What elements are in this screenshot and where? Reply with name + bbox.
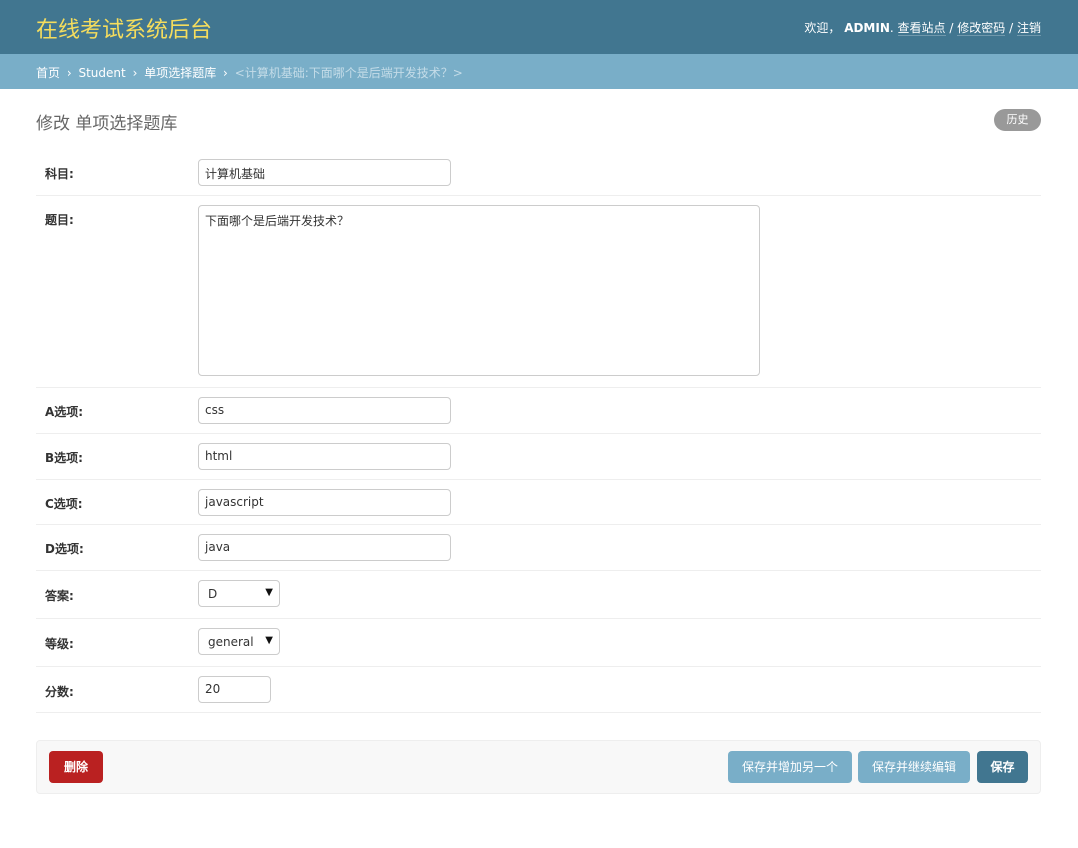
option-a-input[interactable]: css bbox=[198, 397, 451, 424]
option-b-label: B选项: bbox=[45, 451, 83, 465]
history-button[interactable]: 历史 bbox=[994, 109, 1041, 131]
breadcrumb: 首页 › Student › 单项选择题库 › <计算机基础:下面哪个是后端开发… bbox=[0, 54, 1078, 89]
level-select[interactable]: general ▼ bbox=[198, 628, 280, 655]
change-password-link[interactable]: 修改密码 bbox=[957, 21, 1006, 36]
score-input[interactable]: 20 bbox=[198, 676, 271, 703]
view-site-link[interactable]: 查看站点 bbox=[897, 21, 946, 36]
breadcrumb-separator: › bbox=[132, 66, 138, 80]
save-and-add-another-button[interactable]: 保存并增加另一个 bbox=[728, 751, 852, 783]
save-and-continue-button[interactable]: 保存并继续编辑 bbox=[858, 751, 970, 783]
option-d-input[interactable]: java bbox=[198, 534, 451, 561]
answer-label: 答案: bbox=[45, 589, 74, 603]
question-label: 题目: bbox=[45, 213, 74, 227]
form-row-option-c: C选项: javascript bbox=[36, 480, 1041, 525]
save-button[interactable]: 保存 bbox=[977, 751, 1028, 783]
form-row-question: 题目: 下面哪个是后端开发技术？ bbox=[36, 196, 1041, 388]
site-title-text: 在线考试系统后台 bbox=[36, 18, 213, 43]
level-select-value: general bbox=[208, 635, 254, 649]
level-label: 等级: bbox=[45, 637, 74, 651]
delete-button[interactable]: 删除 bbox=[49, 751, 103, 783]
breadcrumb-current: <计算机基础:下面哪个是后端开发技术？> bbox=[234, 66, 463, 80]
user-tools-separator: / bbox=[949, 21, 954, 35]
form-row-option-a: A选项: css bbox=[36, 388, 1041, 434]
question-textarea[interactable]: 下面哪个是后端开发技术？ bbox=[198, 205, 760, 376]
welcome-text: 欢迎， bbox=[804, 21, 841, 35]
option-a-label: A选项: bbox=[45, 405, 84, 419]
form-row-level: 等级: general ▼ bbox=[36, 619, 1041, 667]
breadcrumb-separator: › bbox=[66, 66, 72, 80]
form-row-answer: 答案: D ▼ bbox=[36, 571, 1041, 619]
submit-row: 删除 保存并增加另一个 保存并继续编辑 保存 bbox=[36, 740, 1041, 794]
score-label: 分数: bbox=[45, 685, 74, 699]
site-title[interactable]: 在线考试系统后台 bbox=[36, 12, 212, 44]
caret-down-icon: ▼ bbox=[265, 587, 273, 598]
username-period: . bbox=[889, 21, 894, 35]
user-tools: 欢迎， ADMIN. 查看站点 / 修改密码 / 注销 bbox=[804, 19, 1041, 36]
form-row-score: 分数: 20 bbox=[36, 667, 1041, 713]
breadcrumb-separator: › bbox=[223, 66, 228, 80]
subject-input[interactable]: 计算机基础 bbox=[198, 159, 451, 186]
answer-select-value: D bbox=[208, 587, 218, 601]
breadcrumb-model[interactable]: 单项选择题库 bbox=[144, 66, 216, 80]
subject-label: 科目: bbox=[45, 167, 74, 181]
form-row-subject: 科目: 计算机基础 bbox=[36, 150, 1041, 196]
logout-link[interactable]: 注销 bbox=[1016, 21, 1041, 36]
option-c-input[interactable]: javascript bbox=[198, 489, 451, 516]
page-title: 修改 单项选择题库 bbox=[36, 114, 178, 134]
caret-down-icon: ▼ bbox=[265, 635, 273, 646]
option-d-label: D选项: bbox=[45, 542, 84, 556]
answer-select[interactable]: D ▼ bbox=[198, 580, 280, 607]
breadcrumb-home[interactable]: 首页 bbox=[36, 66, 60, 80]
header: 在线考试系统后台 欢迎， ADMIN. 查看站点 / 修改密码 / 注销 bbox=[0, 0, 1078, 54]
user-tools-separator: / bbox=[1009, 21, 1014, 35]
option-b-input[interactable]: html bbox=[198, 443, 451, 470]
username: ADMIN bbox=[844, 21, 890, 35]
option-c-label: C选项: bbox=[45, 497, 83, 511]
form-row-option-b: B选项: html bbox=[36, 434, 1041, 480]
breadcrumb-app[interactable]: Student bbox=[78, 66, 125, 80]
form-row-option-d: D选项: java bbox=[36, 525, 1041, 571]
